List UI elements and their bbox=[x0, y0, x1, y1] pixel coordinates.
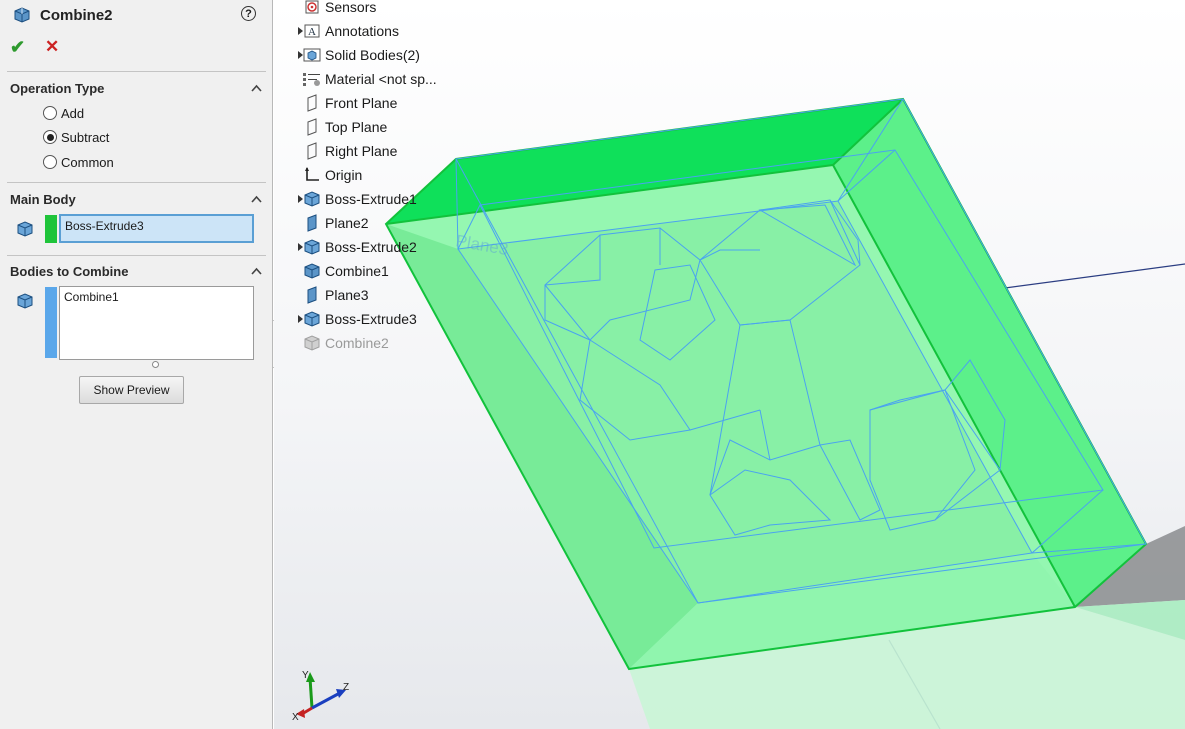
svg-text:A: A bbox=[308, 26, 316, 38]
checkmark-icon[interactable]: ✔ bbox=[10, 37, 25, 58]
tree-item-label: Combine1 bbox=[325, 263, 389, 279]
tree-item[interactable]: Plane2 bbox=[302, 212, 369, 234]
tree-item-label: Boss-Extrude1 bbox=[325, 191, 417, 207]
extrude-icon bbox=[302, 238, 322, 256]
radio-button[interactable] bbox=[43, 155, 57, 169]
radio-option-common[interactable]: Common bbox=[43, 153, 114, 171]
divider bbox=[7, 71, 266, 72]
radio-label: Subtract bbox=[61, 129, 110, 145]
feature-title: Combine2 bbox=[40, 6, 113, 24]
chevron-up-icon[interactable] bbox=[251, 83, 262, 94]
main-body-field[interactable]: Boss-Extrude3 bbox=[59, 214, 254, 243]
tree-item[interactable]: Front Plane bbox=[302, 92, 397, 114]
combine-icon bbox=[302, 334, 322, 352]
tree-item-label: Combine2 bbox=[325, 335, 389, 351]
plane-icon bbox=[302, 94, 322, 112]
bodies-list-box[interactable]: Combine1 bbox=[59, 286, 254, 360]
orientation-triad: Y Z X bbox=[292, 670, 349, 723]
radio-button[interactable] bbox=[43, 106, 57, 120]
radio-button[interactable] bbox=[43, 130, 57, 144]
tree-item-label: Boss-Extrude2 bbox=[325, 239, 417, 255]
main-body-title[interactable]: Main Body bbox=[10, 192, 76, 207]
ground-plane-edge bbox=[1004, 263, 1185, 289]
property-manager-panel: Combine2 ? ✔ ✕ Operation Type Add Subtrac… bbox=[0, 0, 273, 729]
radio-option-subtract[interactable]: Subtract bbox=[43, 128, 109, 146]
tree-item[interactable]: Combine1 bbox=[302, 260, 389, 282]
main-body-value: Boss-Extrude3 bbox=[65, 219, 144, 233]
expand-arrow-icon[interactable] bbox=[298, 27, 303, 35]
tree-item[interactable]: A Annotations bbox=[298, 20, 399, 42]
z-axis-label: Z bbox=[343, 682, 349, 693]
chevron-up-icon[interactable] bbox=[251, 266, 262, 277]
radio-option-add[interactable]: Add bbox=[43, 104, 84, 122]
x-axis-label: X bbox=[292, 712, 299, 723]
tree-item[interactable]: Boss-Extrude2 bbox=[298, 236, 417, 258]
show-preview-button[interactable]: Show Preview bbox=[79, 376, 184, 404]
extrude-icon bbox=[302, 310, 322, 328]
main-body-color-swatch bbox=[45, 215, 57, 243]
origin-icon bbox=[302, 166, 322, 184]
plane-icon bbox=[302, 118, 322, 136]
tree-item[interactable]: Plane3 bbox=[302, 284, 369, 306]
y-axis-label: Y bbox=[302, 670, 309, 681]
model-scene[interactable]: Plane3 bbox=[274, 0, 1185, 729]
tree-item-label: Top Plane bbox=[325, 119, 388, 135]
bodies-color-swatch bbox=[45, 287, 57, 358]
combine-icon bbox=[302, 262, 322, 280]
expand-arrow-icon[interactable] bbox=[298, 195, 303, 203]
radio-label: Common bbox=[61, 154, 114, 170]
tree-item[interactable]: Material <not sp... bbox=[302, 68, 437, 90]
solid-body-icon bbox=[17, 293, 33, 309]
list-item[interactable]: Combine1 bbox=[64, 290, 249, 304]
tree-item-label: Solid Bodies(2) bbox=[325, 47, 420, 63]
divider bbox=[7, 182, 266, 183]
tree-item[interactable]: Top Plane bbox=[302, 116, 387, 138]
help-circle-icon[interactable]: ? bbox=[241, 6, 256, 21]
plane-solid-icon bbox=[302, 214, 322, 232]
tree-item-label: Sensors bbox=[325, 0, 377, 15]
tree-item-label: Plane2 bbox=[325, 215, 369, 231]
solid-bodies-folder-icon bbox=[302, 46, 322, 64]
expand-arrow-icon[interactable] bbox=[298, 243, 303, 251]
tree-item-label: Material <not sp... bbox=[325, 71, 437, 87]
tree-item-label: Annotations bbox=[325, 23, 399, 39]
tree-item[interactable]: Origin bbox=[302, 164, 362, 186]
chevron-up-icon[interactable] bbox=[251, 194, 262, 205]
tree-item-label: Boss-Extrude3 bbox=[325, 311, 417, 327]
solid-body-icon bbox=[17, 221, 33, 237]
material-icon bbox=[302, 70, 322, 88]
extrude-icon bbox=[302, 190, 322, 208]
tree-item-label: Front Plane bbox=[325, 95, 398, 111]
sensor-icon bbox=[302, 0, 322, 16]
resize-handle[interactable] bbox=[152, 361, 159, 368]
annotation-icon: A bbox=[302, 22, 322, 40]
tree-item[interactable]: Solid Bodies(2) bbox=[298, 44, 420, 66]
tree-item-label: Right Plane bbox=[325, 143, 398, 159]
tree-item[interactable]: Right Plane bbox=[302, 140, 397, 162]
divider bbox=[7, 255, 266, 256]
bodies-to-combine-title[interactable]: Bodies to Combine bbox=[10, 264, 128, 279]
tree-item[interactable]: Boss-Extrude1 bbox=[298, 188, 417, 210]
combine-feature-icon bbox=[14, 7, 30, 23]
plane-solid-icon bbox=[302, 286, 322, 304]
plane-icon bbox=[302, 142, 322, 160]
tree-item-label: Plane3 bbox=[325, 287, 369, 303]
tree-item-label: Origin bbox=[325, 167, 363, 183]
graphics-viewport[interactable]: Plane3 Sensors A Annotations Solid Bodies(2… bbox=[274, 0, 1185, 729]
tree-item[interactable]: Combine2 bbox=[302, 332, 389, 354]
feature-header: Combine2 bbox=[12, 4, 113, 26]
close-icon[interactable]: ✕ bbox=[45, 37, 59, 57]
radio-label: Add bbox=[61, 105, 85, 121]
expand-arrow-icon[interactable] bbox=[298, 315, 303, 323]
tree-item[interactable]: Boss-Extrude3 bbox=[298, 308, 417, 330]
operation-type-title[interactable]: Operation Type bbox=[10, 81, 104, 96]
expand-arrow-icon[interactable] bbox=[298, 51, 303, 59]
tree-item[interactable]: Sensors bbox=[302, 0, 376, 18]
